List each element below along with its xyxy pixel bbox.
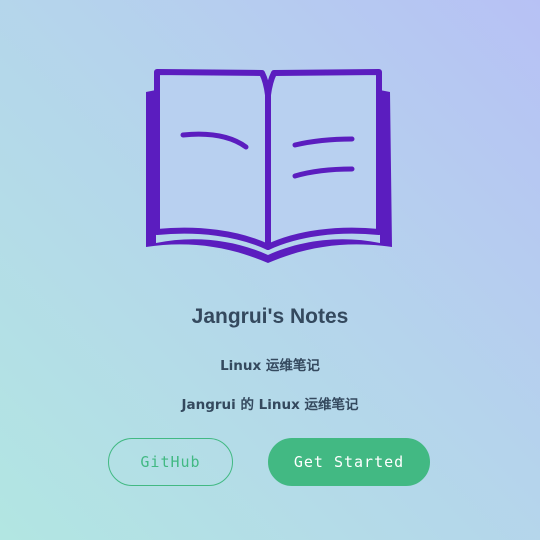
get-started-button[interactable]: Get Started <box>268 438 430 486</box>
site-title: Jangrui's Notes <box>191 305 349 328</box>
github-button[interactable]: GitHub <box>108 438 233 486</box>
cover-page: Jangrui's Notes Linux 运维笔记 Jangrui 的 Lin… <box>0 0 540 540</box>
site-description: Jangrui 的 Linux 运维笔记 <box>181 397 359 413</box>
open-book-icon <box>146 69 392 263</box>
site-subtitle: Linux 运维笔记 <box>220 358 320 374</box>
